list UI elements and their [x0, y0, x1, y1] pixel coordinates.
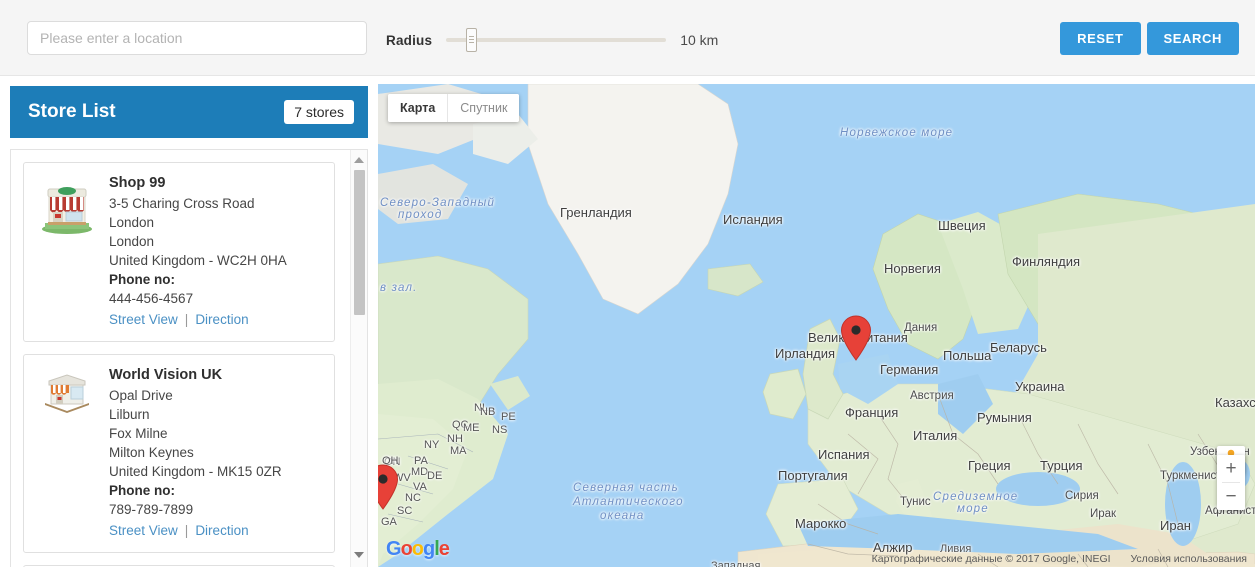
- radius-slider-group: Radius 10 km: [386, 27, 718, 53]
- store-list-title: Store List: [28, 101, 116, 122]
- store-address-line: 3-5 Charing Cross Road: [109, 196, 255, 211]
- store-address-line: Fox Milne: [109, 426, 168, 441]
- link-separator: |: [184, 523, 189, 538]
- store-name: Shop 99: [109, 175, 166, 191]
- scroll-down-arrow-icon[interactable]: [351, 547, 367, 563]
- store-card-links: Street View | Direction: [109, 310, 324, 329]
- radius-label: Radius: [386, 32, 433, 48]
- store-card[interactable]: World Vision UK Opal Drive Lilburn Fox Miln…: [23, 354, 335, 553]
- street-view-link[interactable]: Street View: [109, 523, 178, 538]
- store-phone-number: 789-789-7899: [109, 502, 194, 517]
- store-address-line: London: [109, 234, 155, 249]
- google-logo-letter: g: [423, 538, 435, 560]
- store-phone-number: 444-456-4567: [109, 291, 194, 306]
- store-address-line: Milton Keynes: [109, 445, 194, 460]
- search-button[interactable]: SEARCH: [1146, 22, 1239, 55]
- storefront-red-awning-icon: [36, 175, 98, 235]
- map-attribution: Картографические данные © 2017 Google, I…: [872, 553, 1247, 565]
- zoom-in-button[interactable]: +: [1217, 455, 1245, 482]
- store-list-header: Store List 7 stores: [10, 86, 368, 138]
- google-logo-letter: e: [438, 538, 450, 560]
- store-list-scrollbar[interactable]: [350, 150, 367, 567]
- google-logo: Google: [386, 538, 450, 561]
- google-logo-letter: o: [400, 538, 413, 560]
- store-info: Shop 99 3-5 Charing Cross Road London Londo…: [109, 175, 324, 329]
- google-logo-letter: o: [411, 538, 424, 560]
- direction-link[interactable]: Direction: [195, 523, 248, 538]
- header-actions: RESET SEARCH: [1060, 22, 1239, 55]
- radius-slider-handle[interactable]: [466, 28, 478, 52]
- google-logo-letter: G: [386, 538, 402, 560]
- location-search-input[interactable]: [27, 21, 367, 55]
- radius-value: 10 km: [680, 32, 719, 48]
- map-type-control: Карта Спутник: [388, 94, 520, 122]
- map-area[interactable]: Гренландия Северо-Западный проход в зал. Исл…: [378, 84, 1255, 567]
- reset-button[interactable]: RESET: [1060, 22, 1141, 55]
- store-phone-label: Phone no:: [109, 483, 175, 498]
- store-address-line: London: [109, 215, 155, 230]
- store-address-line: Opal Drive: [109, 388, 173, 403]
- store-phone-label: Phone no:: [109, 272, 175, 287]
- map-zoom-control: + −: [1217, 455, 1245, 510]
- map-type-button-satellite[interactable]: Спутник: [447, 94, 520, 122]
- radius-slider-track[interactable]: [446, 38, 667, 42]
- map-type-button-map[interactable]: Карта: [388, 94, 448, 122]
- direction-link[interactable]: Direction: [195, 312, 248, 327]
- store-address-line: Lilburn: [109, 407, 150, 422]
- search-toolbar: Radius 10 km RESET SEARCH: [0, 0, 1255, 76]
- store-count-badge: 7 stores: [284, 100, 354, 124]
- store-locator-app: Radius 10 km RESET SEARCH Store List 7 s…: [0, 0, 1255, 567]
- store-address-line: United Kingdom - MK15 0ZR: [109, 464, 282, 479]
- store-list-items: Shop 99 3-5 Charing Cross Road London Londo…: [11, 150, 351, 567]
- store-list-panel: Store List 7 stores Shop 99 3-5 Charing C…: [0, 76, 378, 567]
- map-copyright-text: Картографические данные © 2017 Google, I…: [871, 553, 1111, 565]
- store-card-links: Street View | Direction: [109, 521, 324, 540]
- radius-slider[interactable]: [446, 27, 667, 53]
- scrollbar-thumb[interactable]: [354, 170, 365, 315]
- scroll-up-arrow-icon[interactable]: [351, 152, 367, 168]
- terms-of-use-link[interactable]: Условия использования: [1130, 553, 1247, 565]
- map-canvas[interactable]: [378, 84, 1255, 567]
- street-view-link[interactable]: Street View: [109, 312, 178, 327]
- store-address-line: United Kingdom - WC2H 0HA: [109, 253, 287, 268]
- store-name: World Vision UK: [109, 367, 223, 383]
- store-info: World Vision UK Opal Drive Lilburn Fox Miln…: [109, 367, 324, 540]
- store-card[interactable]: Shop 99 3-5 Charing Cross Road London Londo…: [23, 162, 335, 342]
- zoom-out-button[interactable]: −: [1217, 483, 1245, 510]
- shop-building-orange-awning-icon: [36, 367, 98, 415]
- store-list-scroll-area[interactable]: Shop 99 3-5 Charing Cross Road London Londo…: [10, 149, 368, 567]
- link-separator: |: [184, 312, 189, 327]
